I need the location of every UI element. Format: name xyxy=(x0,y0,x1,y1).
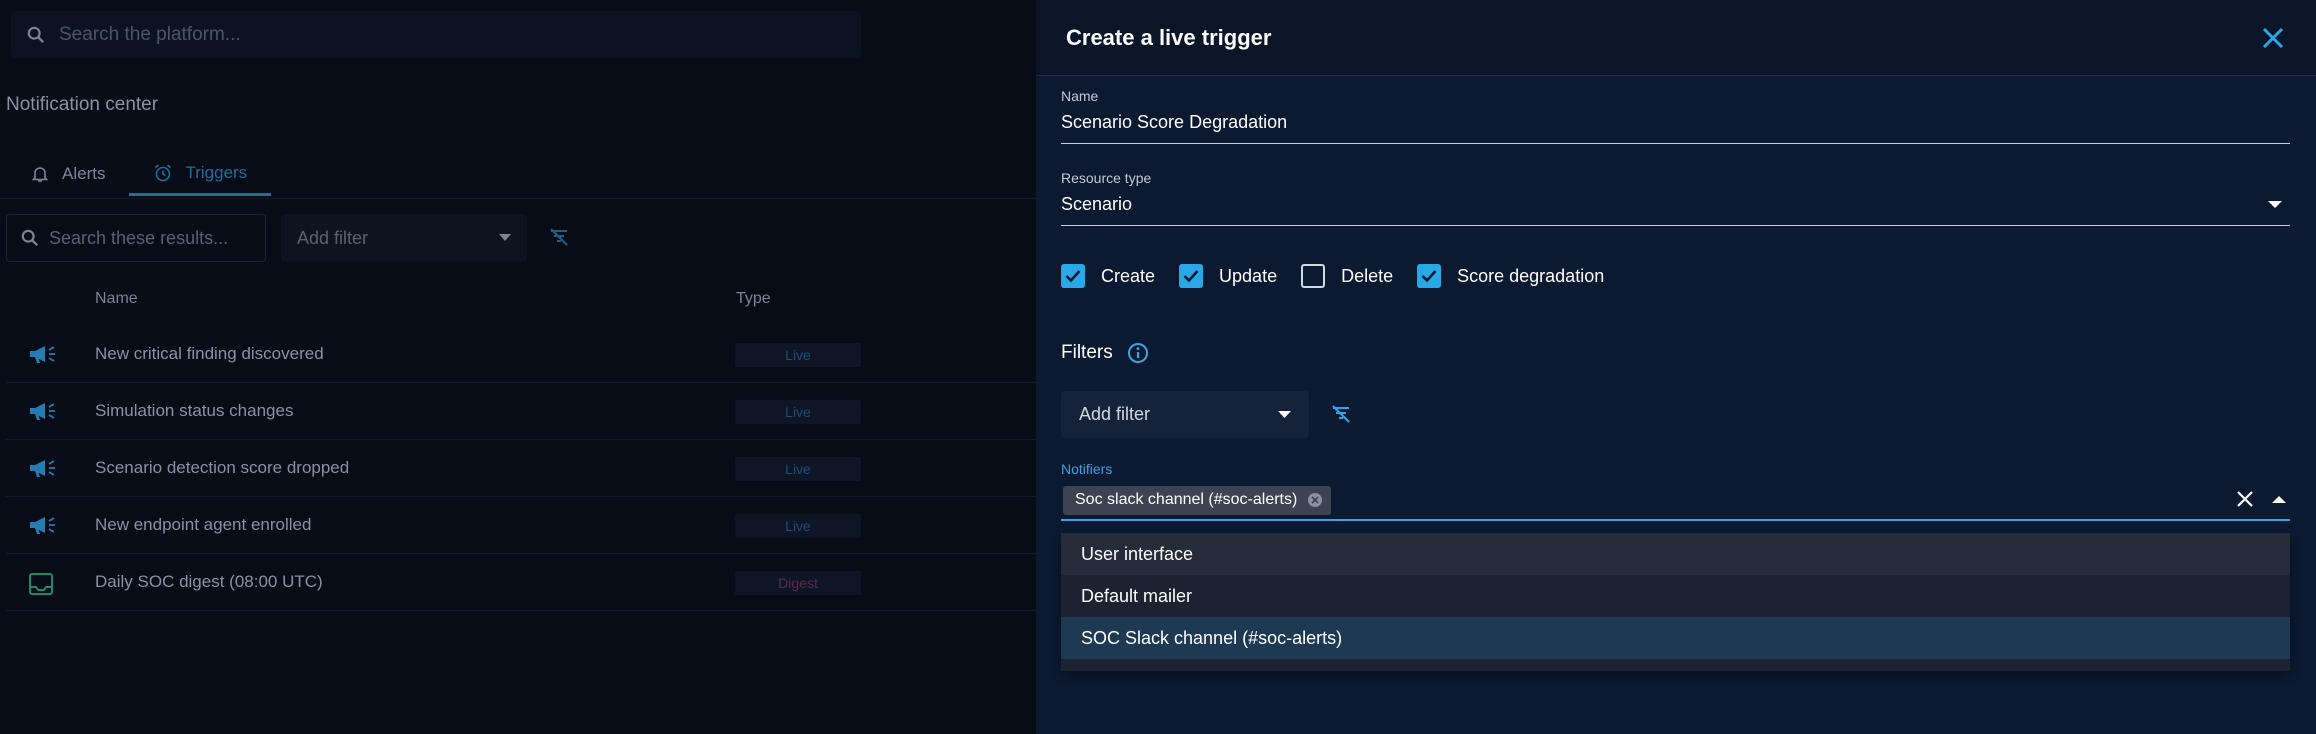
checkbox-update[interactable]: Update xyxy=(1179,264,1277,288)
clear-filters-icon[interactable] xyxy=(548,226,570,248)
caret-down-icon xyxy=(499,234,511,241)
inbox-icon xyxy=(29,573,53,595)
checkbox-score-degradation-label: Score degradation xyxy=(1457,265,1605,286)
type-badge: Live xyxy=(735,514,861,538)
checkbox-update-label: Update xyxy=(1219,265,1278,286)
results-search-input[interactable]: Search these results... xyxy=(6,214,266,262)
row-name: New critical finding discovered xyxy=(95,344,324,363)
column-header-name[interactable]: Name xyxy=(95,290,138,308)
checkbox-score-degradation[interactable]: Score degradation xyxy=(1417,264,1604,288)
megaphone-icon xyxy=(30,346,55,363)
type-badge: Live xyxy=(735,457,861,481)
menu-padding xyxy=(1061,659,2290,671)
add-filter-select[interactable]: Add filter xyxy=(1061,391,1309,438)
add-filter-label: Add filter xyxy=(1079,404,1151,424)
row-name: Scenario detection score dropped xyxy=(95,458,350,477)
check-icon xyxy=(1065,270,1081,283)
type-badge: Live xyxy=(735,400,861,424)
bell-icon xyxy=(31,167,49,182)
megaphone-icon xyxy=(30,460,55,477)
megaphone-icon xyxy=(30,403,55,420)
filters-label: Filters xyxy=(1061,342,1113,363)
checkbox-create[interactable]: Create xyxy=(1061,264,1155,288)
tab-triggers[interactable]: Triggers xyxy=(129,152,272,196)
table-row[interactable]: New endpoint agent enrolled Live xyxy=(6,497,1036,554)
option-default-mailer[interactable]: Default mailer xyxy=(1061,575,2290,617)
results-search-placeholder: Search these results... xyxy=(49,227,229,248)
search-icon xyxy=(27,26,45,43)
filters-heading: Filters xyxy=(1061,342,1149,364)
close-icon[interactable] xyxy=(2260,25,2286,51)
notifiers-label: Notifiers xyxy=(1061,461,1113,477)
caret-down-icon xyxy=(1278,410,1291,418)
notifier-options-menu: User interface Default mailer SOC Slack … xyxy=(1061,533,2290,671)
table-row[interactable]: Scenario detection score dropped Live xyxy=(6,440,1036,497)
tab-alerts[interactable]: Alerts xyxy=(6,152,129,196)
table-row[interactable]: New critical finding discovered Live xyxy=(6,326,1036,383)
checkbox-create-label: Create xyxy=(1101,265,1156,286)
megaphone-icon xyxy=(30,517,55,534)
check-icon xyxy=(1421,270,1437,283)
column-header-type[interactable]: Type xyxy=(736,290,771,308)
info-icon[interactable] xyxy=(1127,342,1149,364)
type-badge: Digest xyxy=(735,571,861,595)
resource-type-value: Scenario xyxy=(1061,194,1133,214)
tab-alerts-label: Alerts xyxy=(62,164,106,183)
type-badge: Live xyxy=(735,343,861,367)
row-name: New endpoint agent enrolled xyxy=(95,515,312,534)
clear-icon[interactable] xyxy=(2236,490,2254,508)
tab-triggers-label: Triggers xyxy=(185,162,248,182)
platform-search-placeholder: Search the platform... xyxy=(59,23,241,45)
alarm-clock-icon xyxy=(155,163,172,181)
option-user-interface[interactable]: User interface xyxy=(1061,533,2290,575)
remove-chip-icon[interactable] xyxy=(1307,492,1323,508)
caret-up-icon[interactable] xyxy=(2272,495,2286,503)
add-filter-select[interactable]: Add filter xyxy=(281,214,527,262)
checkbox-checked[interactable] xyxy=(1417,264,1442,288)
add-filter-label: Add filter xyxy=(297,227,369,248)
notifier-chip-label: Soc slack channel (#soc-alerts) xyxy=(1075,491,1298,508)
check-icon xyxy=(1183,270,1199,283)
table-row[interactable]: Simulation status changes Live xyxy=(6,383,1036,440)
table-row[interactable]: Daily SOC digest (08:00 UTC) Digest xyxy=(6,554,1036,611)
option-soc-slack-channel[interactable]: SOC Slack channel (#soc-alerts) xyxy=(1061,617,2290,659)
platform-search[interactable]: Search the platform... xyxy=(11,11,861,58)
caret-down-icon xyxy=(2268,200,2282,208)
autocomplete-controls xyxy=(2236,490,2286,508)
search-icon xyxy=(21,229,39,247)
name-label: Name xyxy=(1061,88,1099,104)
tabs: Alerts Triggers xyxy=(6,152,272,196)
resource-type-select[interactable]: Resource type Scenario xyxy=(1061,170,2290,226)
tabs-divider xyxy=(0,198,1036,199)
checkbox-checked[interactable] xyxy=(1179,264,1204,288)
name-field[interactable]: Name Scenario Score Degradation xyxy=(1061,88,2290,144)
event-checkboxes: Create Update Delete Score degradation xyxy=(1061,264,1628,288)
notifiers-autocomplete[interactable]: Soc slack channel (#soc-alerts) xyxy=(1061,481,2290,521)
row-name: Daily SOC digest (08:00 UTC) xyxy=(95,572,323,591)
drawer-header: Create a live trigger xyxy=(1036,0,2316,76)
checkbox-delete[interactable]: Delete xyxy=(1301,264,1393,288)
page-title: Notification center xyxy=(6,94,159,115)
checkbox-checked[interactable] xyxy=(1061,264,1085,288)
checkbox-delete-label: Delete xyxy=(1341,265,1394,286)
create-trigger-drawer: Create a live trigger Name Scenario Scor… xyxy=(1036,0,2316,734)
clear-filters-icon[interactable] xyxy=(1330,403,1352,425)
row-name: Simulation status changes xyxy=(95,401,294,420)
checkbox-unchecked[interactable] xyxy=(1301,264,1326,288)
drawer-title: Create a live trigger xyxy=(1066,24,1272,50)
resource-type-label: Resource type xyxy=(1061,170,1152,186)
notifier-chip[interactable]: Soc slack channel (#soc-alerts) xyxy=(1063,485,1332,515)
name-value[interactable]: Scenario Score Degradation xyxy=(1061,112,1287,133)
background-page: Search the platform... Notification cent… xyxy=(0,0,1036,734)
